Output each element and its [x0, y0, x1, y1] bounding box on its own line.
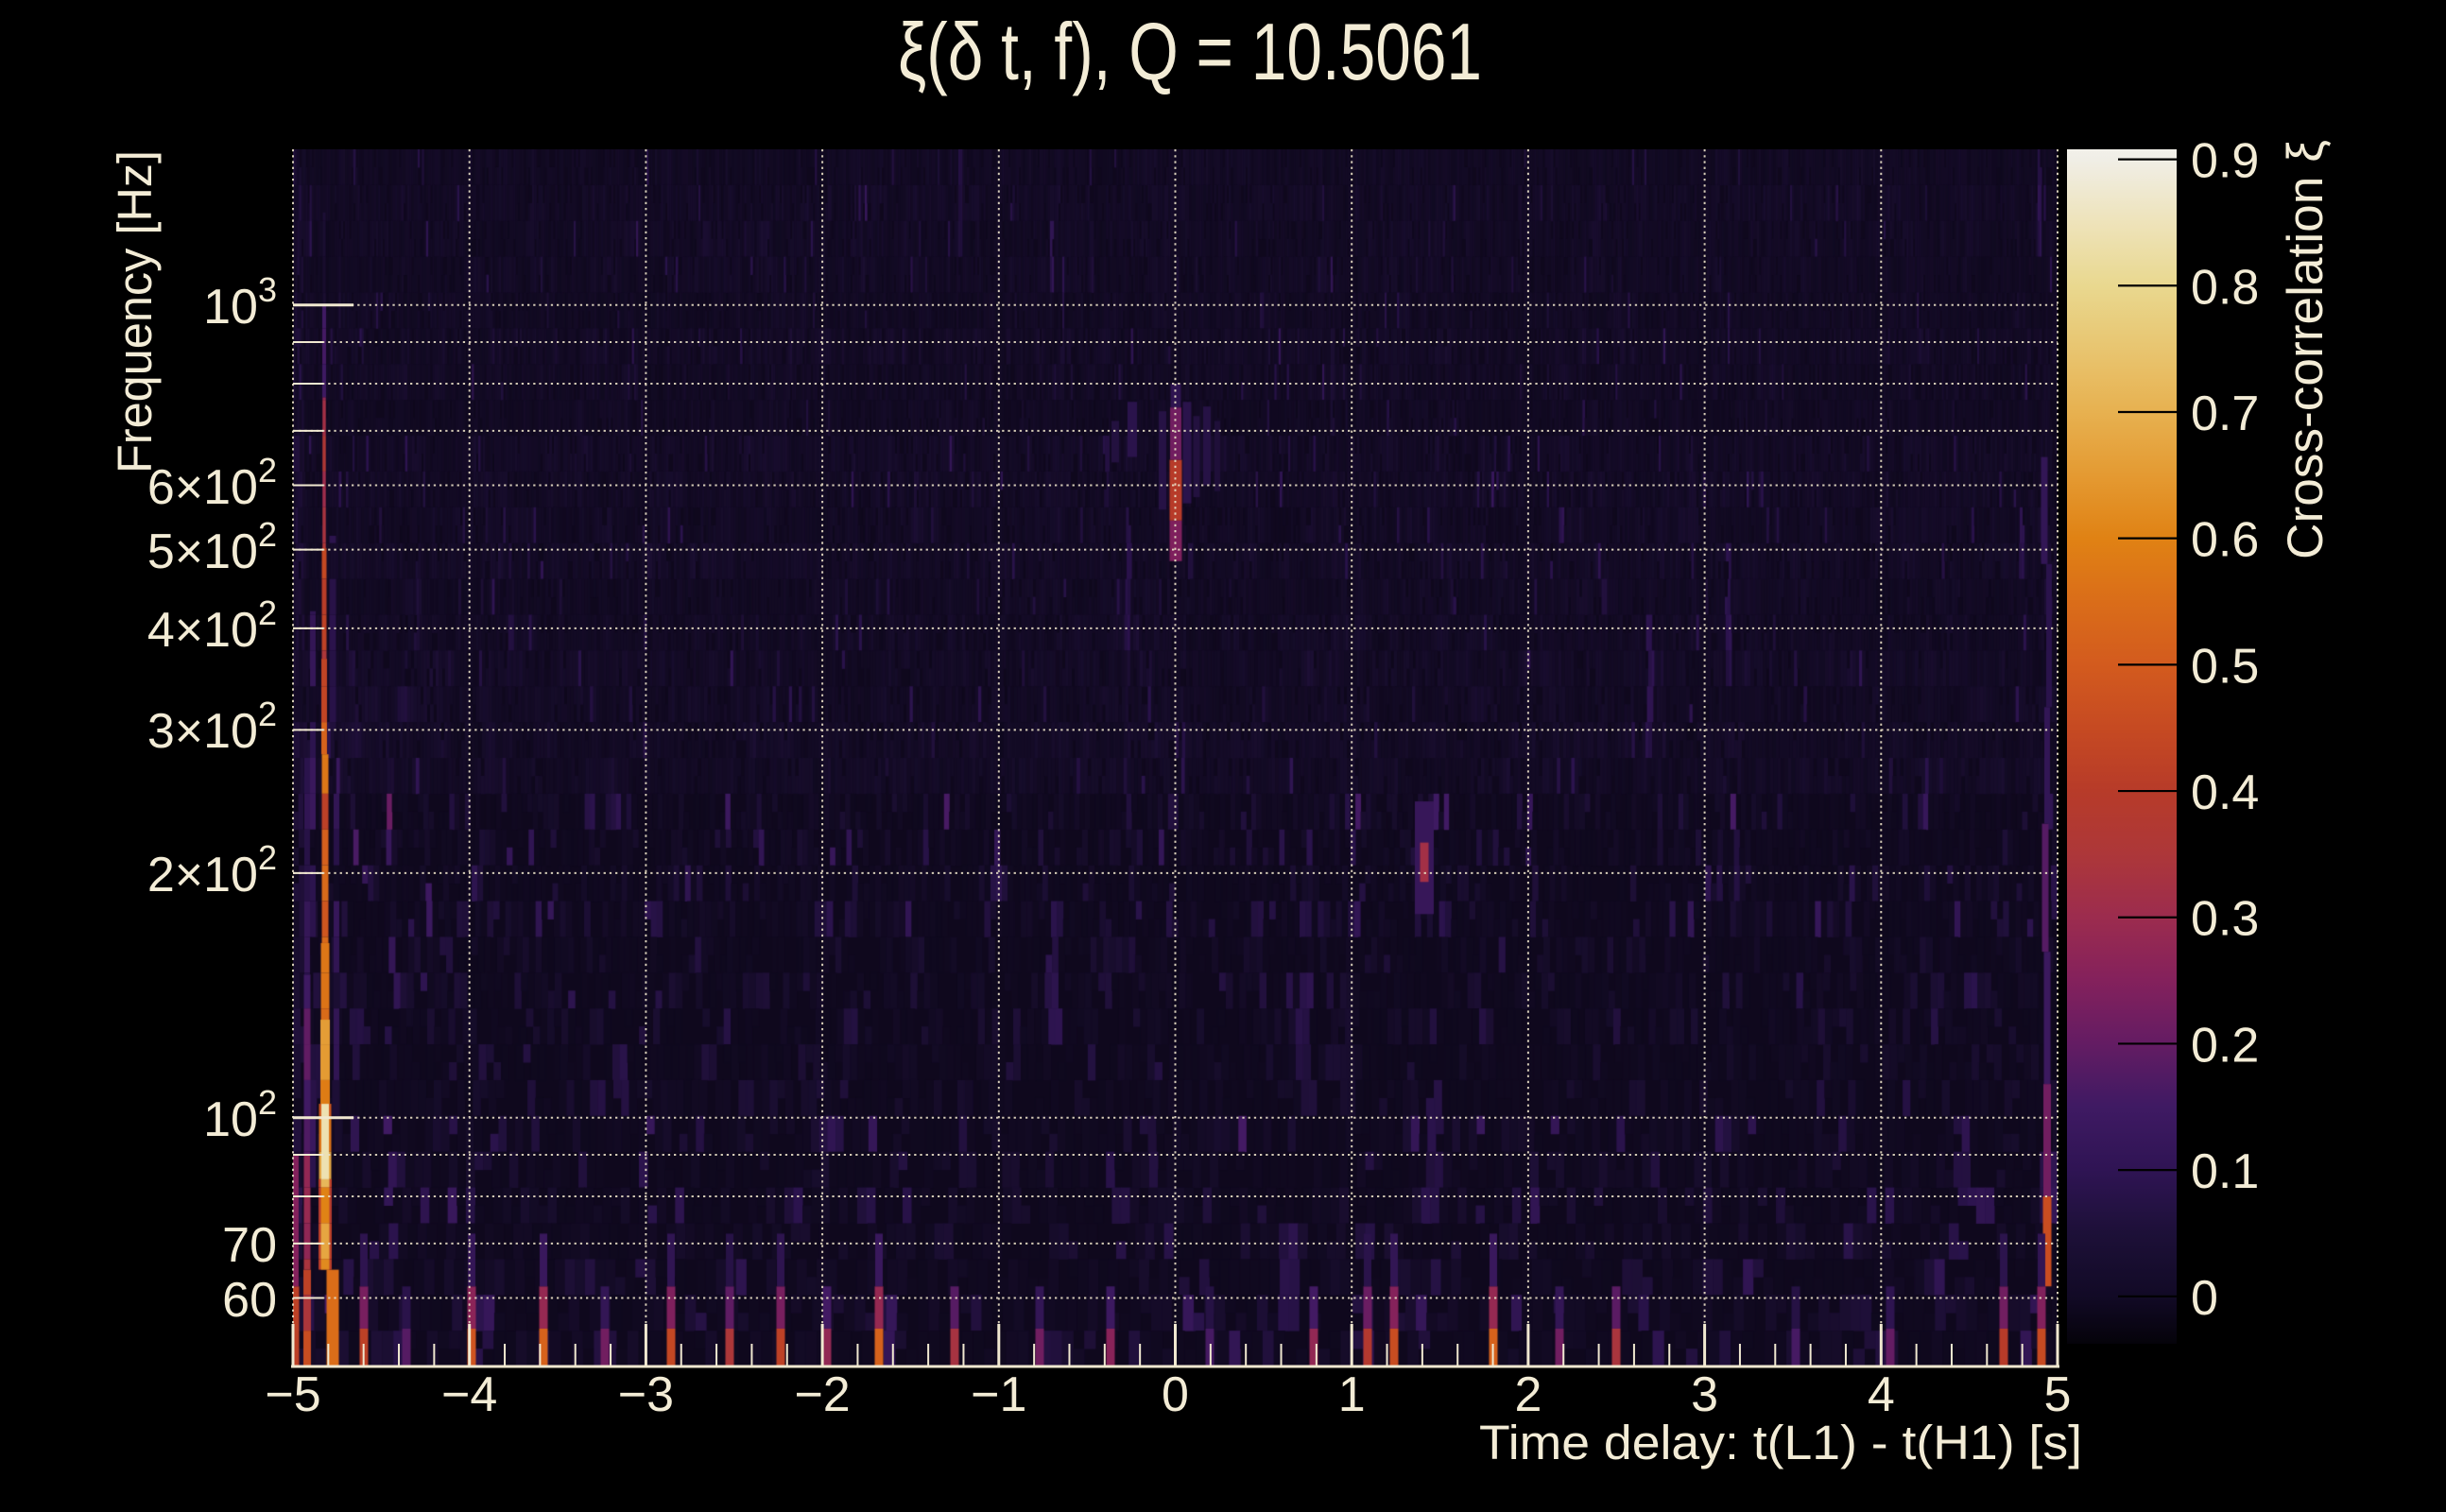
- svg-text:4: 4: [1868, 1367, 1895, 1422]
- svg-text:0.1: 0.1: [2191, 1144, 2259, 1199]
- svg-text:0.3: 0.3: [2191, 892, 2259, 947]
- svg-text:0: 0: [2191, 1271, 2218, 1326]
- svg-text:0.4: 0.4: [2191, 765, 2259, 820]
- svg-text:5×102: 5×102: [147, 515, 277, 579]
- svg-text:6×102: 6×102: [147, 451, 277, 515]
- svg-text:2: 2: [1514, 1367, 1542, 1422]
- svg-text:60: 60: [222, 1273, 277, 1328]
- svg-text:1: 1: [1338, 1367, 1366, 1422]
- svg-text:0.5: 0.5: [2191, 639, 2259, 694]
- svg-text:ξ(δ t, f), Q = 10.5061: ξ(δ t, f), Q = 10.5061: [898, 8, 1482, 97]
- svg-text:5: 5: [2044, 1367, 2072, 1422]
- svg-text:0.7: 0.7: [2191, 387, 2259, 441]
- svg-text:3×102: 3×102: [147, 695, 277, 759]
- svg-text:Frequency [Hz]: Frequency [Hz]: [108, 150, 162, 473]
- svg-text:Cross-correlation ξ: Cross-correlation ξ: [2278, 140, 2334, 559]
- svg-text:0.2: 0.2: [2191, 1018, 2259, 1073]
- svg-text:70: 70: [222, 1218, 277, 1273]
- svg-text:102: 102: [203, 1083, 277, 1147]
- svg-text:−4: −4: [441, 1367, 497, 1422]
- svg-text:−3: −3: [618, 1367, 674, 1422]
- svg-text:3: 3: [1691, 1367, 1718, 1422]
- svg-text:−1: −1: [971, 1367, 1026, 1422]
- svg-text:0: 0: [1162, 1367, 1189, 1422]
- svg-text:0.8: 0.8: [2191, 260, 2259, 315]
- svg-text:4×102: 4×102: [147, 593, 277, 658]
- svg-text:−2: −2: [794, 1367, 850, 1422]
- svg-text:0.6: 0.6: [2191, 513, 2259, 568]
- svg-text:−5: −5: [265, 1367, 320, 1422]
- svg-text:2×102: 2×102: [147, 838, 277, 902]
- svg-text:0.9: 0.9: [2191, 134, 2259, 189]
- svg-text:103: 103: [203, 270, 277, 335]
- svg-text:Time delay: t(L1) - t(H1) [s]: Time delay: t(L1) - t(H1) [s]: [1479, 1416, 2082, 1469]
